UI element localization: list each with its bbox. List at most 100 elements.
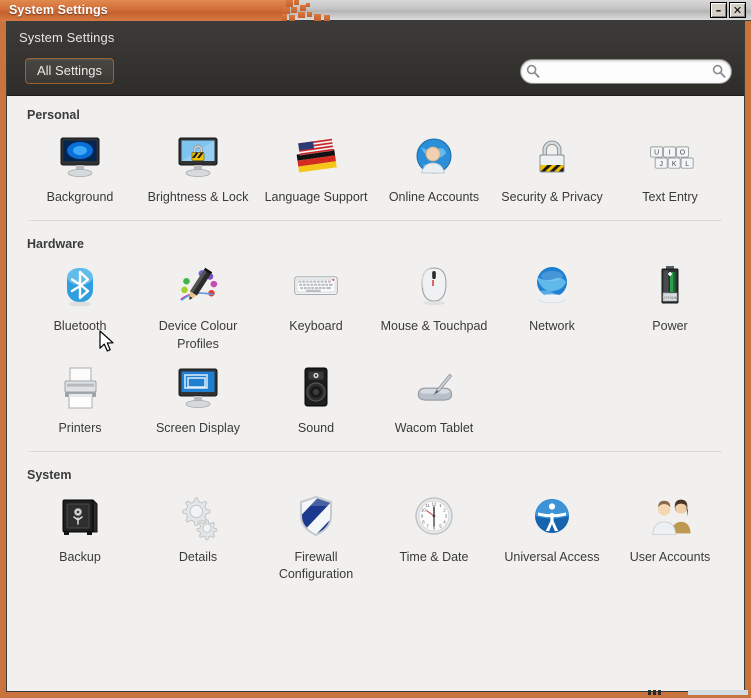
- settings-item-device-colour-profiles[interactable]: Device Colour Profiles: [139, 257, 257, 359]
- key-label: O: [680, 150, 686, 157]
- titlebar-pixel-pattern: [282, 0, 372, 21]
- mouse-icon: [409, 261, 459, 313]
- minimize-button[interactable]: –: [710, 2, 727, 18]
- settings-item-label: Power: [652, 318, 687, 335]
- svg-text:12: 12: [432, 501, 437, 506]
- settings-item-online-accounts[interactable]: Online Accounts: [375, 128, 493, 212]
- settings-item-backup[interactable]: Backup: [21, 488, 139, 590]
- close-button[interactable]: ✕: [729, 2, 746, 18]
- svg-text:10: 10: [421, 507, 426, 512]
- search-icon-right[interactable]: [708, 64, 732, 78]
- speaker-icon: [291, 363, 341, 415]
- section-title-personal: Personal: [7, 96, 744, 128]
- search-input[interactable]: [545, 64, 708, 78]
- settings-item-label: Background: [47, 189, 114, 206]
- system-settings-window: System Settings – ✕ System Settings All …: [0, 0, 751, 698]
- settings-item-keyboard[interactable]: Keyboard: [257, 257, 375, 359]
- settings-item-brightness-lock[interactable]: Brightness & Lock: [139, 128, 257, 212]
- settings-item-firewall-configuration[interactable]: Firewall Configuration: [257, 488, 375, 590]
- settings-item-background[interactable]: Background: [21, 128, 139, 212]
- settings-item-label: Firewall Configuration: [260, 549, 372, 584]
- app-header: System Settings All Settings: [7, 22, 744, 96]
- section-hardware: Hardware Bluetooth: [7, 225, 744, 456]
- keyboard-keys-icon: U I O J K L: [645, 132, 695, 184]
- settings-item-user-accounts[interactable]: User Accounts: [611, 488, 729, 590]
- settings-item-bluetooth[interactable]: Bluetooth: [21, 257, 139, 359]
- monitor-background-icon: [55, 132, 105, 184]
- screen-display-icon: [173, 363, 223, 415]
- key-label: U: [654, 150, 659, 157]
- network-globe-icon: [527, 261, 577, 313]
- settings-item-label: Details: [179, 549, 217, 566]
- svg-text:11: 11: [425, 503, 430, 508]
- window-titlebar: System Settings – ✕: [0, 0, 751, 21]
- settings-item-label: Screen Display: [156, 420, 240, 437]
- settings-item-language-support[interactable]: Language Support: [257, 128, 375, 212]
- settings-item-power[interactable]: LITHIUM Power: [611, 257, 729, 359]
- settings-item-label: Time & Date: [399, 549, 468, 566]
- key-label: I: [669, 150, 671, 157]
- printer-icon: [55, 363, 105, 415]
- pencil-palette-icon: [173, 261, 223, 313]
- window-frame: System Settings All Settings: [0, 21, 751, 698]
- settings-item-label: Bluetooth: [54, 318, 107, 335]
- settings-item-mouse-touchpad[interactable]: Mouse & Touchpad: [375, 257, 493, 359]
- flags-icon: [291, 132, 341, 184]
- all-settings-button[interactable]: All Settings: [25, 58, 114, 84]
- key-label: L: [685, 161, 689, 168]
- search-icon: [521, 64, 545, 78]
- bluetooth-icon: [55, 261, 105, 313]
- globe-user-icon: [409, 132, 459, 184]
- settings-item-label: Backup: [59, 549, 101, 566]
- search-box[interactable]: [520, 59, 732, 84]
- section-divider: [29, 220, 722, 221]
- window-title: System Settings: [9, 3, 108, 17]
- monitor-lock-icon: [173, 132, 223, 184]
- settings-item-wacom-tablet[interactable]: Wacom Tablet: [375, 359, 493, 443]
- window-controls: – ✕: [710, 2, 746, 18]
- toolbar: All Settings: [7, 54, 744, 95]
- settings-item-label: Network: [529, 318, 575, 335]
- settings-item-label: User Accounts: [630, 549, 711, 566]
- section-divider: [29, 451, 722, 452]
- settings-item-screen-display[interactable]: Screen Display: [139, 359, 257, 443]
- resize-grip[interactable]: [648, 690, 686, 695]
- section-title-system: System: [7, 456, 744, 488]
- clock-icon: 121 23 45 67 89 1011: [409, 492, 459, 544]
- battery-icon: LITHIUM: [645, 261, 695, 313]
- settings-item-network[interactable]: Network: [493, 257, 611, 359]
- section-system: System: [7, 456, 744, 594]
- key-label: K: [672, 161, 677, 168]
- resize-grip-plate: [688, 690, 748, 695]
- settings-item-label: Text Entry: [642, 189, 698, 206]
- shield-icon: [291, 492, 341, 544]
- settings-item-label: Universal Access: [504, 549, 599, 566]
- grid-hardware: Bluetooth: [7, 257, 744, 443]
- svg-text:LITHIUM: LITHIUM: [662, 295, 678, 300]
- settings-item-universal-access[interactable]: Universal Access: [493, 488, 611, 590]
- safe-icon: [55, 492, 105, 544]
- settings-item-time-date[interactable]: 121 23 45 67 89 1011: [375, 488, 493, 590]
- settings-item-label: Keyboard: [289, 318, 343, 335]
- key-label: J: [659, 161, 662, 168]
- settings-item-sound[interactable]: Sound: [257, 359, 375, 443]
- settings-item-label: Device Colour Profiles: [142, 318, 254, 353]
- settings-item-label: Wacom Tablet: [395, 420, 474, 437]
- settings-item-security-privacy[interactable]: Security & Privacy: [493, 128, 611, 212]
- app-title: System Settings: [7, 22, 744, 54]
- section-title-hardware: Hardware: [7, 225, 744, 257]
- padlock-icon: [527, 132, 577, 184]
- window-client-area: System Settings All Settings: [6, 21, 745, 692]
- settings-item-printers[interactable]: Printers: [21, 359, 139, 443]
- settings-item-label: Security & Privacy: [501, 189, 602, 206]
- settings-item-text-entry[interactable]: U I O J K L Text Entry: [611, 128, 729, 212]
- settings-item-label: Mouse & Touchpad: [381, 318, 488, 335]
- grid-personal: Background: [7, 128, 744, 212]
- accessibility-icon: [527, 492, 577, 544]
- gears-icon: [173, 492, 223, 544]
- section-personal: Personal: [7, 96, 744, 225]
- settings-content: Personal: [7, 96, 744, 691]
- settings-item-label: Brightness & Lock: [148, 189, 249, 206]
- keyboard-icon: [291, 261, 341, 313]
- settings-item-details[interactable]: Details: [139, 488, 257, 590]
